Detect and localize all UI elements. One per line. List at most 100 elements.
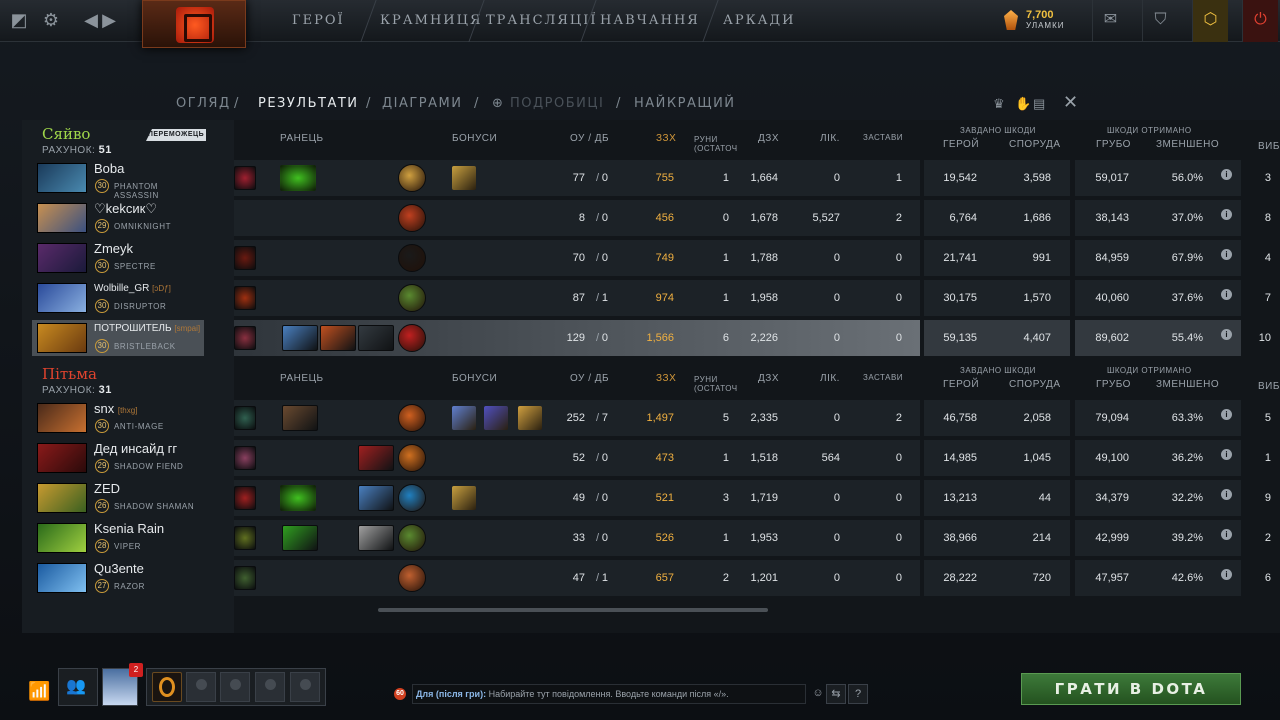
neutral-item-icon[interactable]	[398, 284, 426, 312]
info-icon[interactable]: i	[1221, 209, 1232, 220]
info-icon[interactable]: i	[1221, 529, 1232, 540]
empty-party-slot[interactable]	[290, 672, 320, 702]
scoreboard-icon[interactable]: ▤	[1033, 96, 1045, 112]
neutral-item-icon[interactable]	[398, 444, 426, 472]
hero-portrait[interactable]	[37, 483, 87, 513]
tab-details[interactable]: ПОДРОБИЦІ	[510, 96, 604, 111]
item-icon[interactable]	[358, 445, 394, 471]
chat-wheel-icon[interactable]: ⇆	[826, 684, 846, 704]
tab-results[interactable]: РЕЗУЛЬТАТИ	[258, 96, 359, 111]
empty-party-slot[interactable]	[186, 672, 216, 702]
player-card[interactable]: Zmeyk 30 SPECTRE	[32, 240, 204, 276]
buff-icon[interactable]	[484, 406, 508, 430]
info-icon[interactable]: i	[1221, 569, 1232, 580]
player-avatar[interactable]: 2	[102, 663, 143, 706]
hero-portrait[interactable]	[37, 243, 87, 273]
player-name[interactable]: ZED	[94, 481, 120, 496]
info-icon[interactable]: i	[1221, 489, 1232, 500]
empty-party-slot[interactable]	[255, 672, 285, 702]
player-card[interactable]: Дед инсайд гг 29 SHADOW FIEND	[32, 440, 204, 476]
item-icon[interactable]	[282, 325, 318, 351]
hero-portrait[interactable]	[37, 403, 87, 433]
chat-channel[interactable]: Для (після гри):	[416, 689, 486, 699]
item-icon[interactable]	[234, 406, 256, 430]
player-card[interactable]: Boba 30 PHANTOM ASSASSIN	[32, 160, 204, 200]
armory-icon[interactable]: ⛉	[1142, 0, 1178, 42]
nav-learn[interactable]: НАВЧАННЯ	[600, 13, 700, 28]
close-icon[interactable]: ✕	[1063, 92, 1078, 113]
player-name[interactable]: Qu3ente	[94, 561, 144, 576]
player-name[interactable]: ♡kekcик♡	[94, 201, 157, 217]
nav-arcade[interactable]: АРКАДИ	[723, 13, 795, 28]
item-icon[interactable]	[234, 246, 256, 270]
backpack-item-icon[interactable]	[280, 165, 316, 191]
crown-icon[interactable]: ♛	[993, 96, 1005, 112]
dota-logo-button[interactable]	[142, 0, 246, 48]
item-icon[interactable]	[358, 525, 394, 551]
settings-gear-icon[interactable]: ⚙	[40, 9, 62, 31]
nav-heroes[interactable]: ГЕРОЇ	[292, 13, 345, 28]
help-button[interactable]: ?	[848, 684, 868, 704]
shards-counter[interactable]: 7,700 УЛАМКИ	[1004, 8, 1064, 34]
tab-best[interactable]: НАЙКРАЩИЙ	[634, 96, 736, 111]
item-icon[interactable]	[234, 566, 256, 590]
hero-portrait[interactable]	[37, 563, 87, 593]
forward-arrow-icon[interactable]: ▶	[98, 9, 120, 31]
empty-party-slot[interactable]	[220, 672, 250, 702]
info-icon[interactable]: i	[1221, 329, 1232, 340]
horizontal-scrollbar[interactable]	[378, 608, 768, 612]
item-icon[interactable]	[234, 526, 256, 550]
nav-store[interactable]: КРАМНИЦЯ	[380, 13, 482, 28]
player-name[interactable]: Boba	[94, 161, 124, 176]
power-icon[interactable]: ⏻	[1242, 0, 1278, 42]
hero-portrait[interactable]	[37, 523, 87, 553]
backpack-item-icon[interactable]	[280, 485, 316, 511]
item-icon[interactable]	[234, 446, 256, 470]
item-icon[interactable]	[234, 486, 256, 510]
item-icon[interactable]	[234, 166, 256, 190]
item-icon[interactable]	[282, 405, 318, 431]
party-leader-avatar[interactable]	[152, 672, 182, 702]
neutral-item-icon[interactable]	[398, 524, 426, 552]
info-icon[interactable]: i	[1221, 249, 1232, 260]
nav-watch[interactable]: ТРАНСЛЯЦІЇ	[486, 13, 598, 28]
player-card[interactable]: Wolbille_GR [ↄDƒ] 30 DISRUPTOR	[32, 280, 204, 316]
tab-graphs[interactable]: ДІАГРАМИ	[382, 96, 463, 111]
neutral-item-icon[interactable]	[398, 324, 426, 352]
hero-portrait[interactable]	[37, 443, 87, 473]
neutral-item-icon[interactable]	[398, 404, 426, 432]
item-icon[interactable]	[234, 286, 256, 310]
buff-icon[interactable]	[452, 166, 476, 190]
player-card[interactable]: Qu3ente 27 RAZOR	[32, 560, 204, 596]
player-card[interactable]: ♡kekcик♡ 29 OMNIKNIGHT	[32, 200, 204, 236]
item-icon[interactable]	[282, 525, 318, 551]
buff-icon[interactable]	[452, 406, 476, 430]
player-card[interactable]: Ksenia Rain 28 VIPER	[32, 520, 204, 556]
hand-icon[interactable]: ✋	[1015, 96, 1031, 112]
neutral-item-icon[interactable]	[398, 244, 426, 272]
buff-icon[interactable]	[518, 406, 542, 430]
item-icon[interactable]	[358, 485, 394, 511]
player-name[interactable]: Дед инсайд гг	[94, 441, 177, 456]
player-name[interactable]: Wolbille_GR [ↄDƒ]	[94, 283, 171, 294]
player-card[interactable]: snx [thxg] 30 ANTI-MAGE	[32, 400, 204, 436]
mail-icon[interactable]: ✉	[1092, 0, 1128, 42]
dota-plus-icon[interactable]: ◩	[8, 9, 30, 31]
item-icon[interactable]	[234, 326, 256, 350]
player-name[interactable]: Zmeyk	[94, 241, 133, 256]
emoji-icon[interactable]: ☺	[808, 684, 828, 704]
friends-button[interactable]: 👥	[58, 668, 98, 706]
info-icon[interactable]: i	[1221, 169, 1232, 180]
hero-portrait[interactable]	[37, 283, 87, 313]
neutral-item-icon[interactable]	[398, 564, 426, 592]
neutral-item-icon[interactable]	[398, 204, 426, 232]
player-card[interactable]: ПОТРОШИТЕЛЬ [smpai] 30 BRISTLEBACK	[32, 320, 204, 356]
chat-input[interactable]: Для (після гри): Набирайте тут повідомле…	[412, 684, 806, 704]
neutral-item-icon[interactable]	[398, 164, 426, 192]
item-icon[interactable]	[358, 325, 394, 351]
tab-overview[interactable]: ОГЛЯД	[176, 96, 231, 111]
player-name[interactable]: ПОТРОШИТЕЛЬ [smpai]	[94, 323, 200, 334]
player-name[interactable]: snx [thxg]	[94, 401, 137, 416]
player-card[interactable]: ZED 26 SHADOW SHAMAN	[32, 480, 204, 516]
hero-portrait[interactable]	[37, 163, 87, 193]
